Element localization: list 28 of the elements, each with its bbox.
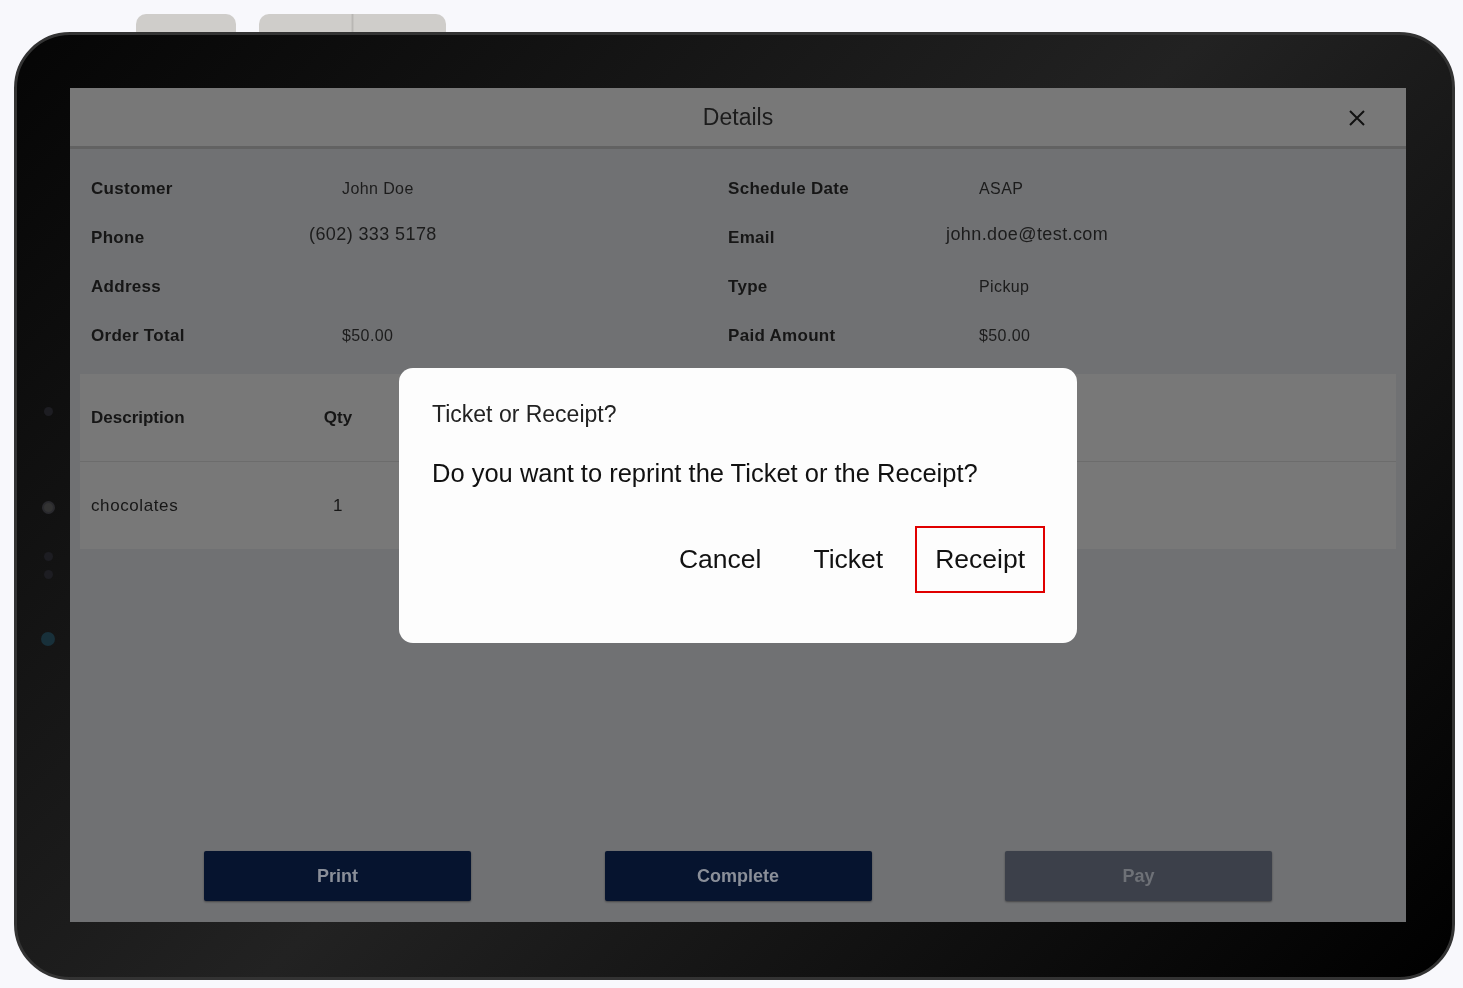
field-label: Paid Amount: [728, 325, 837, 346]
field-value: ASAP: [979, 179, 1024, 198]
field-value: john.doe@test.com: [946, 224, 1109, 245]
table-cell-text: chocolates: [91, 495, 180, 516]
close-icon[interactable]: [1349, 110, 1365, 126]
column-header: Qty: [322, 407, 354, 428]
field-label: Phone: [91, 227, 146, 248]
field-value: (602) 333 5178: [309, 224, 437, 245]
field-value: $50.00: [342, 326, 394, 345]
action-button[interactable]: Complete: [604, 851, 872, 901]
dialog-button[interactable]: Cancel: [658, 526, 782, 593]
table-cell-text: 1: [331, 495, 345, 516]
field-value: John Doe: [342, 179, 414, 198]
field-label: Customer: [91, 178, 174, 199]
field-label: Schedule Date: [728, 178, 851, 199]
field-label: Order Total: [91, 325, 186, 346]
dialog-button[interactable]: Ticket: [793, 526, 904, 593]
dialog-button[interactable]: Receipt: [915, 526, 1045, 593]
window-title: Details: [702, 103, 774, 131]
field-label: Type: [728, 276, 769, 297]
field-label: Email: [728, 227, 776, 248]
field-label: Address: [91, 276, 163, 297]
column-header: Description: [91, 407, 186, 428]
field-value: Pickup: [979, 277, 1030, 296]
dialog-message: Do you want to reprint the Ticket or the Receipt?: [432, 459, 979, 488]
dialog-title: Ticket or Receipt?: [432, 401, 618, 428]
action-button[interactable]: Print: [204, 851, 471, 901]
field-value: $50.00: [979, 326, 1031, 345]
